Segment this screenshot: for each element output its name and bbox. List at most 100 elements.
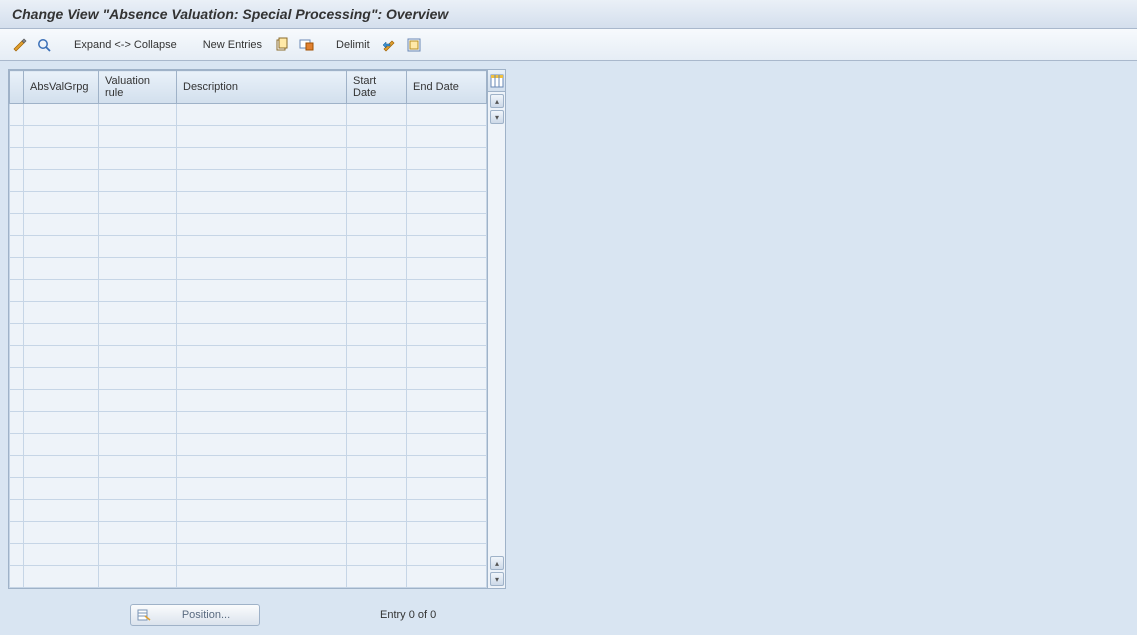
cell[interactable] (407, 368, 487, 390)
row-select-handle[interactable] (10, 104, 24, 126)
cell[interactable] (407, 412, 487, 434)
cell[interactable] (177, 236, 347, 258)
cell[interactable] (99, 104, 177, 126)
cell[interactable] (407, 104, 487, 126)
cell[interactable] (24, 126, 99, 148)
scroll-up-button[interactable]: ▾ (490, 110, 504, 124)
cell[interactable] (407, 258, 487, 280)
cell[interactable] (177, 544, 347, 566)
row-select-handle[interactable] (10, 478, 24, 500)
cell[interactable] (99, 478, 177, 500)
cell[interactable] (99, 280, 177, 302)
cell[interactable] (99, 390, 177, 412)
cell[interactable] (99, 522, 177, 544)
cell[interactable] (24, 302, 99, 324)
cell[interactable] (24, 148, 99, 170)
scroll-top-button[interactable]: ▴ (490, 94, 504, 108)
row-select-handle[interactable] (10, 412, 24, 434)
cell[interactable] (347, 368, 407, 390)
cell[interactable] (347, 126, 407, 148)
cell[interactable] (99, 500, 177, 522)
cell[interactable] (177, 280, 347, 302)
cell[interactable] (24, 192, 99, 214)
cell[interactable] (99, 192, 177, 214)
row-select-handle[interactable] (10, 456, 24, 478)
cell[interactable] (407, 192, 487, 214)
copy-as-icon[interactable] (272, 35, 292, 55)
cell[interactable] (407, 280, 487, 302)
cell[interactable] (177, 170, 347, 192)
cell[interactable] (347, 346, 407, 368)
cell[interactable] (24, 522, 99, 544)
cell[interactable] (177, 346, 347, 368)
scroll-track[interactable]: ▴ ▾ ▴ ▾ (488, 92, 505, 588)
cell[interactable] (177, 412, 347, 434)
cell[interactable] (407, 324, 487, 346)
cell[interactable] (407, 478, 487, 500)
cell[interactable] (407, 566, 487, 588)
row-select-handle[interactable] (10, 258, 24, 280)
row-select-handle[interactable] (10, 302, 24, 324)
undo-change-icon[interactable] (380, 35, 400, 55)
select-all-rows-handle[interactable] (10, 71, 24, 104)
cell[interactable] (99, 346, 177, 368)
cell[interactable] (177, 192, 347, 214)
delete-icon[interactable] (296, 35, 316, 55)
cell[interactable] (24, 434, 99, 456)
cell[interactable] (24, 368, 99, 390)
new-entries-button[interactable]: New Entries (197, 37, 268, 53)
row-select-handle[interactable] (10, 170, 24, 192)
cell[interactable] (24, 412, 99, 434)
cell[interactable] (347, 236, 407, 258)
cell[interactable] (177, 324, 347, 346)
cell[interactable] (99, 236, 177, 258)
cell[interactable] (177, 214, 347, 236)
cell[interactable] (407, 456, 487, 478)
cell[interactable] (347, 456, 407, 478)
cell[interactable] (407, 302, 487, 324)
cell[interactable] (407, 346, 487, 368)
row-select-handle[interactable] (10, 236, 24, 258)
cell[interactable] (99, 148, 177, 170)
cell[interactable] (177, 522, 347, 544)
row-select-handle[interactable] (10, 324, 24, 346)
cell[interactable] (24, 104, 99, 126)
cell[interactable] (407, 390, 487, 412)
column-header-start-date[interactable]: Start Date (347, 71, 407, 104)
cell[interactable] (24, 236, 99, 258)
cell[interactable] (347, 104, 407, 126)
select-all-icon[interactable] (404, 35, 424, 55)
column-header-description[interactable]: Description (177, 71, 347, 104)
cell[interactable] (177, 500, 347, 522)
cell[interactable] (24, 280, 99, 302)
cell[interactable] (407, 126, 487, 148)
cell[interactable] (347, 434, 407, 456)
cell[interactable] (99, 434, 177, 456)
cell[interactable] (99, 126, 177, 148)
cell[interactable] (99, 412, 177, 434)
row-select-handle[interactable] (10, 434, 24, 456)
expand-collapse-button[interactable]: Expand <-> Collapse (68, 37, 183, 53)
row-select-handle[interactable] (10, 214, 24, 236)
cell[interactable] (99, 456, 177, 478)
cell[interactable] (24, 346, 99, 368)
cell[interactable] (407, 500, 487, 522)
cell[interactable] (347, 390, 407, 412)
scroll-bottom-button[interactable]: ▾ (490, 572, 504, 586)
cell[interactable] (407, 236, 487, 258)
cell[interactable] (347, 544, 407, 566)
cell[interactable] (347, 192, 407, 214)
row-select-handle[interactable] (10, 390, 24, 412)
cell[interactable] (347, 566, 407, 588)
cell[interactable] (177, 390, 347, 412)
row-select-handle[interactable] (10, 346, 24, 368)
scroll-down-button[interactable]: ▴ (490, 556, 504, 570)
cell[interactable] (347, 280, 407, 302)
cell[interactable] (24, 478, 99, 500)
cell[interactable] (99, 214, 177, 236)
row-select-handle[interactable] (10, 126, 24, 148)
cell[interactable] (24, 500, 99, 522)
cell[interactable] (99, 544, 177, 566)
column-header-end-date[interactable]: End Date (407, 71, 487, 104)
cell[interactable] (407, 522, 487, 544)
